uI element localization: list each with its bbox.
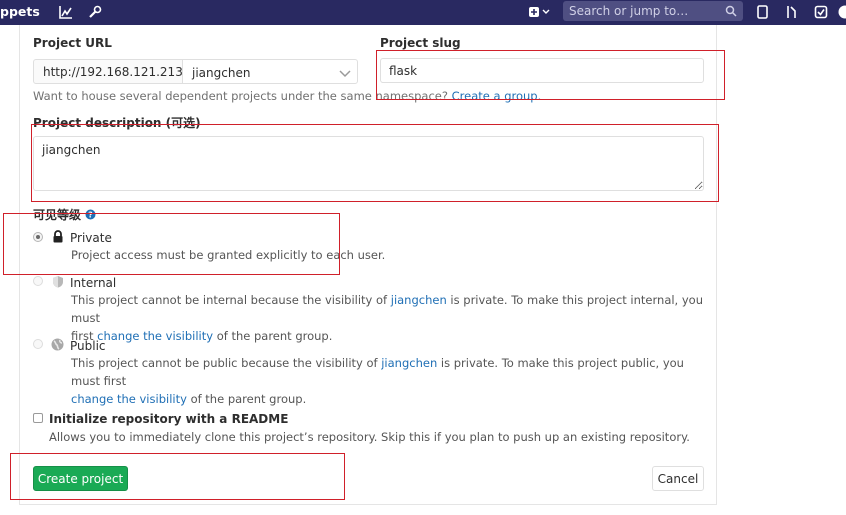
- search-input[interactable]: [569, 3, 719, 19]
- internal-desc-text-1: This project cannot be internal because …: [71, 293, 388, 307]
- svg-text:?: ?: [88, 211, 93, 220]
- issues-icon[interactable]: [756, 4, 769, 20]
- search-icon: [725, 5, 737, 20]
- merge-request-icon[interactable]: [785, 4, 798, 20]
- project-url-label: Project URL: [33, 36, 112, 50]
- public-desc-text-1: This project cannot be public because th…: [71, 356, 378, 370]
- nav-snippets-link[interactable]: ppets: [0, 4, 40, 19]
- visibility-internal-title: Internal: [70, 276, 117, 290]
- wrench-icon[interactable]: [88, 4, 102, 20]
- todo-icon[interactable]: [814, 4, 828, 20]
- globe-icon: [51, 338, 64, 354]
- namespace-select[interactable]: jiangchen: [182, 59, 358, 84]
- top-navbar: ppets: [0, 0, 846, 25]
- visibility-public-description: This project cannot be public because th…: [71, 354, 711, 408]
- project-slug-input[interactable]: [380, 58, 704, 83]
- lock-icon: [52, 230, 64, 246]
- internal-desc-text-4: of the parent group.: [216, 329, 333, 343]
- visibility-internal-radio[interactable]: [33, 276, 43, 286]
- visibility-private-description: Project access must be granted explicitl…: [71, 248, 386, 262]
- visibility-internal-description: This project cannot be internal because …: [71, 291, 711, 345]
- create-group-link[interactable]: Create a group.: [452, 89, 542, 103]
- create-project-button[interactable]: Create project: [33, 466, 128, 491]
- visibility-label-text: 可见等级: [33, 208, 82, 222]
- project-slug-label: Project slug: [380, 36, 461, 50]
- chevron-down-icon: [339, 67, 351, 81]
- project-description-label: Project description (可选): [33, 116, 201, 130]
- visibility-label: 可见等级 ?: [33, 206, 96, 223]
- help-question-icon[interactable]: ?: [85, 209, 96, 223]
- cancel-button[interactable]: Cancel: [652, 466, 704, 491]
- internal-namespace-link[interactable]: jiangchen: [391, 293, 447, 307]
- public-namespace-link[interactable]: jiangchen: [381, 356, 437, 370]
- project-description-input[interactable]: jiangchen: [33, 136, 704, 191]
- internal-change-visibility-link[interactable]: change the visibility: [97, 329, 213, 343]
- activity-chart-icon[interactable]: [59, 4, 73, 20]
- visibility-public-radio[interactable]: [33, 339, 43, 349]
- initialize-readme-checkbox[interactable]: [33, 413, 43, 423]
- user-avatar-icon[interactable]: [838, 4, 846, 20]
- public-desc-text-3: of the parent group.: [190, 392, 307, 406]
- namespace-help: Want to house several dependent projects…: [33, 89, 541, 103]
- public-change-visibility-link[interactable]: change the visibility: [71, 392, 187, 406]
- new-dropdown-icon[interactable]: [528, 4, 552, 20]
- visibility-private-radio[interactable]: [33, 232, 43, 242]
- search-box[interactable]: [563, 1, 743, 21]
- visibility-public-title: Public: [70, 339, 106, 353]
- namespace-help-text: Want to house several dependent projects…: [33, 89, 448, 103]
- initialize-readme-label: Initialize repository with a README: [49, 412, 289, 426]
- visibility-private-title: Private: [70, 231, 112, 245]
- shield-icon: [52, 275, 64, 291]
- url-prefix: http://192.168.121.213/: [33, 59, 187, 84]
- initialize-readme-help: Allows you to immediately clone this pro…: [49, 430, 690, 444]
- namespace-value: jiangchen: [192, 66, 251, 80]
